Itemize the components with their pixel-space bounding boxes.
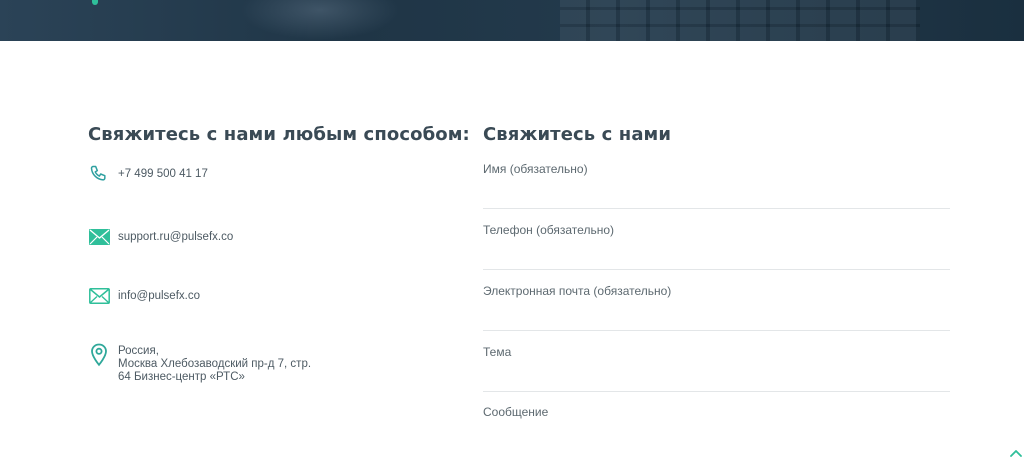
phone-number[interactable]: +7 499 500 41 17 <box>118 168 208 181</box>
address-text: Россия, Москва Хлебозаводский пр-д 7, ст… <box>118 345 312 383</box>
name-field-label: Имя (обязательно) <box>483 162 588 176</box>
name-input[interactable] <box>483 176 950 200</box>
location-pin-icon <box>88 343 110 367</box>
field-underline <box>483 391 950 392</box>
phone-input[interactable] <box>483 237 950 261</box>
hero-image-highlight <box>240 0 400 40</box>
phone-icon <box>88 163 110 185</box>
message-field-label: Сообщение <box>483 405 549 419</box>
hero-keyboard-image <box>560 0 920 41</box>
email-field[interactable]: Электронная почта (обязательно) <box>483 284 950 331</box>
contacts-title: Свяжитесь с нами любым способом: <box>88 124 470 145</box>
phone-field-label: Телефон (обязательно) <box>483 223 614 237</box>
info-email[interactable]: info@pulsefx.co <box>118 290 200 303</box>
email-input[interactable] <box>483 298 950 322</box>
scroll-to-top-button[interactable] <box>1008 444 1024 458</box>
chevron-up-icon <box>1010 442 1022 461</box>
phone-field[interactable]: Телефон (обязательно) <box>483 223 950 270</box>
support-email[interactable]: support.ru@pulsefx.co <box>118 231 233 244</box>
contact-email-support[interactable]: support.ru@pulsefx.co <box>88 226 233 248</box>
email-field-label: Электронная почта (обязательно) <box>483 284 672 298</box>
field-underline <box>483 208 950 209</box>
hero-accent-mark <box>92 0 98 5</box>
message-input[interactable] <box>483 419 950 443</box>
envelope-filled-icon <box>88 226 110 248</box>
form-title: Свяжитесь с нами <box>483 124 672 145</box>
message-field[interactable]: Сообщение <box>483 405 950 465</box>
envelope-outline-icon <box>88 285 110 307</box>
subject-input[interactable] <box>483 359 950 383</box>
contact-email-info[interactable]: info@pulsefx.co <box>88 285 200 307</box>
contact-phone[interactable]: +7 499 500 41 17 <box>88 163 208 185</box>
field-underline <box>483 330 950 331</box>
name-field[interactable]: Имя (обязательно) <box>483 162 950 209</box>
field-underline <box>483 269 950 270</box>
subject-field[interactable]: Тема <box>483 345 950 392</box>
contact-address: Россия, Москва Хлебозаводский пр-д 7, ст… <box>88 343 312 384</box>
subject-field-label: Тема <box>483 345 512 359</box>
hero-banner <box>0 0 1024 41</box>
